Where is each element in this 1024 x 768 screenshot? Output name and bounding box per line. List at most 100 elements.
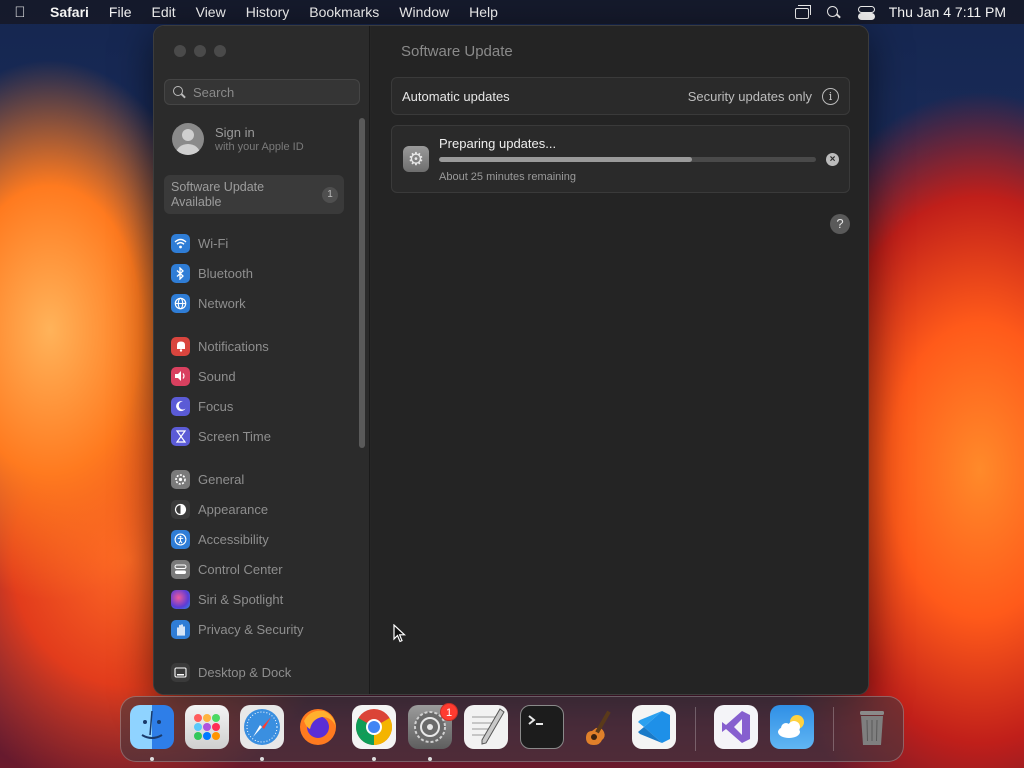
safari-icon[interactable] <box>240 705 284 749</box>
sidebar-item-label: Accessibility <box>198 531 269 547</box>
software-update-available-line1: Software Update <box>171 180 265 194</box>
weather-icon[interactable] <box>770 705 814 749</box>
automatic-updates-value: Security updates only <box>687 88 812 104</box>
screen-time-icon <box>171 426 190 446</box>
sidebar-item-privacy-security[interactable]: Privacy & Security <box>171 619 303 639</box>
signin-title: Sign in <box>215 125 255 140</box>
siri-icon <box>171 589 190 609</box>
help-icon[interactable]: ? <box>830 214 850 234</box>
signin-subtitle: with your Apple ID <box>215 141 304 153</box>
sidebar-item-label: Desktop & Dock <box>198 664 292 680</box>
sidebar-item-network[interactable]: Network <box>171 293 246 313</box>
sound-icon <box>171 366 190 386</box>
sidebar-item-label: Control Center <box>198 561 283 577</box>
apple-id-signin[interactable]: Sign in with your Apple ID <box>172 123 304 155</box>
sidebar-item-desktop-dock[interactable]: Desktop & Dock <box>171 662 291 682</box>
sidebar-item-label: Siri & Spotlight <box>198 591 284 607</box>
menu-bookmarks[interactable]: Bookmarks <box>299 0 389 24</box>
cancel-update-icon[interactable]: × <box>826 153 839 166</box>
system-settings-running-indicator <box>428 757 432 761</box>
sidebar-item-accessibility[interactable]: Accessibility <box>171 529 269 549</box>
sidebar-item-wifi[interactable]: Wi-Fi <box>171 233 228 253</box>
close-window-button[interactable] <box>174 45 186 57</box>
sidebar-item-appearance[interactable]: Appearance <box>171 499 268 519</box>
menu-history[interactable]: History <box>236 0 300 24</box>
automatic-updates-label: Automatic updates <box>402 88 510 104</box>
preparing-updates-card: ⚙ Preparing updates... About 25 minutes … <box>391 125 850 193</box>
menu-app-name[interactable]: Safari <box>40 0 99 24</box>
software-update-gear-icon: ⚙ <box>403 146 429 172</box>
zoom-window-button[interactable] <box>214 45 226 57</box>
page-title: Software Update <box>401 43 513 60</box>
menu-bar:  Safari File Edit View History Bookmark… <box>0 0 1024 24</box>
sidebar-item-bluetooth[interactable]: Bluetooth <box>171 263 253 283</box>
menu-edit[interactable]: Edit <box>141 0 185 24</box>
sidebar-search[interactable] <box>164 79 360 105</box>
sidebar-item-notifications[interactable]: Notifications <box>171 336 269 356</box>
sidebar-item-label: General <box>198 471 245 487</box>
chrome-icon[interactable] <box>352 705 396 749</box>
terminal-icon[interactable] <box>520 705 564 749</box>
apple-menu-icon[interactable]:  <box>0 4 40 21</box>
screen-mirroring-icon[interactable] <box>793 5 811 19</box>
sidebar-item-general[interactable]: General <box>171 469 244 489</box>
finder-icon[interactable] <box>130 705 174 749</box>
sidebar-item-label: Sound <box>198 368 236 384</box>
window-controls <box>174 45 226 57</box>
update-progress-fill <box>439 157 692 162</box>
avatar <box>172 123 204 155</box>
dock-separator-2 <box>833 707 834 751</box>
appearance-icon <box>171 499 190 519</box>
sidebar-item-label: Bluetooth <box>198 265 253 281</box>
notifications-icon <box>171 336 190 356</box>
vscode-icon[interactable] <box>632 705 676 749</box>
search-icon <box>173 86 185 98</box>
dock-separator <box>695 707 696 751</box>
sidebar-item-sound[interactable]: Sound <box>171 366 236 386</box>
settings-sidebar: Sign in with your Apple ID Software Upda… <box>154 26 370 694</box>
system-settings-window: Sign in with your Apple ID Software Upda… <box>153 25 869 695</box>
system-settings-badge: 1 <box>440 703 458 721</box>
privacy-icon <box>171 619 190 639</box>
chrome-running-indicator <box>372 757 376 761</box>
time-remaining-text: About 25 minutes remaining <box>439 171 576 183</box>
finder-running-indicator <box>150 757 154 761</box>
sidebar-item-label: Wi-Fi <box>198 235 229 251</box>
sidebar-item-siri-spotlight[interactable]: Siri & Spotlight <box>171 589 283 609</box>
sidebar-item-label: Network <box>198 295 246 311</box>
bluetooth-icon <box>171 263 190 283</box>
software-update-available-line2: Available <box>171 195 222 209</box>
control-center-icon <box>171 559 190 579</box>
sidebar-item-screen-time[interactable]: Screen Time <box>171 426 271 446</box>
menu-window[interactable]: Window <box>389 0 459 24</box>
info-icon[interactable]: i <box>822 87 839 105</box>
menu-help[interactable]: Help <box>459 0 508 24</box>
sidebar-item-label: Screen Time <box>198 428 271 444</box>
dock: 1 <box>120 696 904 762</box>
focus-icon <box>171 396 190 416</box>
spotlight-search-icon[interactable] <box>825 5 843 19</box>
textedit-icon[interactable] <box>464 705 508 749</box>
sidebar-item-focus[interactable]: Focus <box>171 396 233 416</box>
sidebar-item-control-center[interactable]: Control Center <box>171 559 283 579</box>
sidebar-item-label: Notifications <box>198 338 269 354</box>
sidebar-item-label: Privacy & Security <box>198 621 304 637</box>
visual-studio-icon[interactable] <box>714 705 758 749</box>
wifi-icon <box>171 233 190 253</box>
update-count-badge: 1 <box>322 187 338 203</box>
sidebar-item-software-update-available[interactable]: Software Update Available 1 <box>164 175 344 214</box>
update-progress-bar <box>439 157 816 162</box>
sidebar-search-input[interactable] <box>193 84 343 100</box>
sidebar-item-label: Appearance <box>198 501 269 517</box>
control-center-icon[interactable] <box>857 5 875 20</box>
firefox-icon[interactable] <box>296 705 340 749</box>
menu-view[interactable]: View <box>186 0 236 24</box>
trash-icon[interactable] <box>850 705 894 749</box>
menu-bar-clock[interactable]: Thu Jan 4 7:11 PM <box>889 4 1006 20</box>
network-icon <box>171 293 190 313</box>
minimize-window-button[interactable] <box>194 45 206 57</box>
menu-file[interactable]: File <box>99 0 142 24</box>
garageband-icon[interactable] <box>576 705 620 749</box>
sidebar-scrollbar[interactable] <box>359 118 365 448</box>
launchpad-icon[interactable] <box>185 705 229 749</box>
